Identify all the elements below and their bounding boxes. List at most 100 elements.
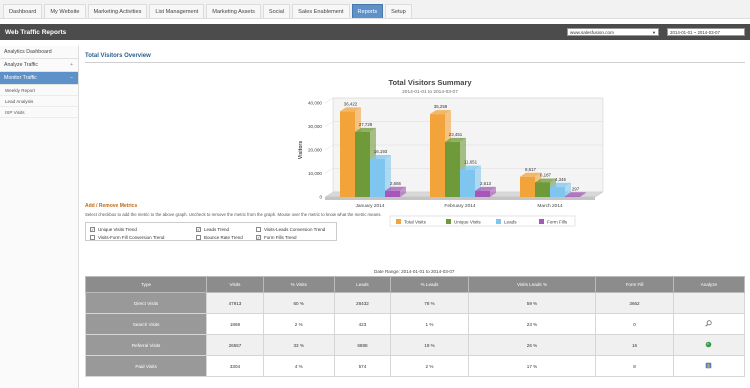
y-tick-label: 20,000 bbox=[308, 148, 322, 153]
metric-label: Visits-Leads Conversion Trend bbox=[264, 226, 326, 232]
metric-checkbox[interactable] bbox=[256, 226, 261, 232]
bar-leads bbox=[370, 158, 385, 197]
bar-form-fills bbox=[565, 196, 580, 197]
cell-pct-visits: 60 % bbox=[262, 292, 335, 314]
main-content: Total Visitors Overview Total Visitors S… bbox=[80, 46, 750, 388]
bar-leads bbox=[460, 169, 475, 197]
tab-marketing-assets[interactable]: Marketing Assets bbox=[206, 4, 261, 18]
metric-option[interactable]: ✓ Leads Trend bbox=[196, 225, 229, 233]
cell-visits: 47913 bbox=[206, 292, 264, 314]
cell-leads: 574 bbox=[333, 355, 392, 377]
top-navigation: Dashboard My Website Marketing Activities L… bbox=[0, 0, 750, 19]
cell-type: Direct Visits bbox=[84, 292, 208, 314]
cell-form-fill: 0 bbox=[595, 313, 674, 335]
globe-icon[interactable] bbox=[672, 334, 746, 356]
data-label: 35,259 bbox=[434, 104, 448, 109]
metric-option[interactable]: Visits-Leads Conversion Trend bbox=[256, 225, 325, 233]
cell-type: Paid Visits bbox=[84, 355, 208, 377]
y-tick-label: 40,000 bbox=[308, 101, 322, 106]
tab-marketing-activities[interactable]: Marketing Activities bbox=[87, 4, 148, 18]
bar-total-visits bbox=[430, 114, 445, 197]
x-tick-label: March 2014 bbox=[537, 203, 563, 209]
legend-label: Leads bbox=[504, 219, 517, 224]
tab-setup[interactable]: Setup bbox=[385, 4, 412, 18]
metric-label: Bounce Rate Trend bbox=[204, 234, 243, 240]
tab-list-management[interactable]: List Management bbox=[149, 4, 205, 18]
cell-visits: 3304 bbox=[206, 355, 264, 377]
tab-social[interactable]: Social bbox=[262, 4, 291, 18]
sidebar-item-analyze-traffic[interactable]: Analyze Traffic + bbox=[0, 59, 78, 72]
cell-pct-leads: 19 % bbox=[390, 334, 469, 356]
cell-analyze[interactable] bbox=[672, 292, 746, 314]
magnifier-icon[interactable] bbox=[672, 313, 746, 335]
data-label: 2,656 bbox=[390, 181, 402, 186]
expand-icon[interactable]: + bbox=[70, 59, 73, 72]
dollar-icon[interactable]: $ bbox=[672, 355, 746, 377]
chart-title: Total Visitors Summary bbox=[388, 78, 472, 87]
column-header-form-fill: Form Fill bbox=[595, 276, 674, 293]
metric-option[interactable]: Visits-Form Fill Conversion Trend bbox=[90, 233, 164, 241]
data-label: 11,651 bbox=[464, 160, 478, 165]
sidebar-item-monitor-traffic[interactable]: Monitor Traffic − bbox=[0, 72, 78, 85]
section-divider bbox=[85, 62, 745, 63]
cell-visits: 26557 bbox=[206, 334, 264, 356]
data-label: 4,345 bbox=[555, 177, 567, 182]
bar-unique-visits bbox=[535, 182, 550, 197]
legend-label: Unique Visits bbox=[454, 219, 481, 224]
chart-floor-edge bbox=[325, 197, 595, 200]
metric-checkbox[interactable]: ✓ bbox=[90, 226, 95, 232]
sidebar-subitem-lead-analysis[interactable]: Lead Analysis bbox=[0, 96, 78, 107]
date-range-input[interactable]: 2014-01-01 ~ 2014-03-07 bbox=[667, 28, 745, 36]
data-label: 8,617 bbox=[525, 167, 537, 172]
bar-total-visits bbox=[340, 111, 355, 197]
sidebar-item-label: Analyze Traffic bbox=[4, 62, 38, 68]
dollar-icon-glyph: $ bbox=[705, 362, 712, 370]
sidebar-item-label: Analytics Dashboard bbox=[4, 49, 52, 55]
cell-pct-visits: 33 % bbox=[262, 334, 335, 356]
metric-option[interactable]: ✓ Unique Visits Trend bbox=[90, 225, 137, 233]
tab-reports[interactable]: Reports bbox=[351, 4, 384, 18]
metric-label: Form Fills Trend bbox=[264, 234, 297, 240]
metric-checkbox[interactable]: ✓ bbox=[196, 226, 201, 232]
metric-checkbox[interactable]: ✓ bbox=[256, 234, 261, 240]
chart-gridline-side bbox=[324, 97, 334, 104]
collapse-icon[interactable]: − bbox=[70, 72, 73, 85]
column-header-type: Type bbox=[84, 276, 208, 293]
table-date-range: Date Range: 2014-01-01 to 2014-03-07 bbox=[374, 269, 455, 274]
bar-total-visits bbox=[520, 176, 535, 197]
cell-visits-leads: 17 % bbox=[467, 355, 597, 377]
column-header-leads: Leads bbox=[333, 276, 392, 293]
tab-sales-enablement[interactable]: Sales Enablement bbox=[292, 4, 350, 18]
cell-form-fill: 3662 bbox=[595, 292, 674, 314]
y-tick-label: 30,000 bbox=[308, 124, 322, 129]
table-row: Direct Visits 47913 60 % 28432 78 % 59 % 3662 bbox=[84, 292, 746, 314]
sidebar-item-analytics-dashboard[interactable]: Analytics Dashboard bbox=[0, 46, 78, 59]
site-select[interactable]: www.salesfusion.com ▼ bbox=[567, 28, 659, 36]
column-header--visits: % Visits bbox=[262, 276, 335, 293]
metrics-title: Add / Remove Metrics bbox=[85, 203, 138, 209]
sidebar-subitem-isp-visits[interactable]: ISP Visits bbox=[0, 107, 78, 118]
cell-pct-leads: 2 % bbox=[390, 355, 469, 377]
metric-label: Leads Trend bbox=[204, 226, 230, 232]
legend-swatch bbox=[446, 219, 451, 224]
metric-label: Unique Visits Trend bbox=[98, 226, 137, 232]
tab-my-website[interactable]: My Website bbox=[44, 4, 86, 18]
bar-unique-visits bbox=[355, 131, 370, 197]
metric-option[interactable]: ✓ Form Fills Trend bbox=[256, 233, 297, 241]
metric-checkbox[interactable] bbox=[196, 234, 201, 240]
column-header--leads: % Leads bbox=[390, 276, 469, 293]
metric-option[interactable]: Bounce Rate Trend bbox=[196, 233, 243, 241]
cell-visits: 1869 bbox=[206, 313, 264, 335]
sidebar: Analytics Dashboard Analyze Traffic + Monit… bbox=[0, 46, 79, 388]
cell-pct-visits: 2 % bbox=[262, 313, 335, 335]
column-header-analyze: Analyze bbox=[672, 276, 746, 293]
tab-dashboard[interactable]: Dashboard bbox=[3, 4, 43, 18]
metric-checkbox[interactable] bbox=[90, 234, 95, 240]
metrics-note: Select checkbox to add the metric to the… bbox=[85, 212, 382, 217]
column-header-visits: Visits bbox=[206, 276, 264, 293]
cell-pct-visits: 4 % bbox=[262, 355, 335, 377]
sidebar-subitem-weekly-report[interactable]: Weekly Report bbox=[0, 85, 78, 96]
cell-visits-leads: 59 % bbox=[467, 292, 597, 314]
magnifier-icon-glyph bbox=[705, 320, 713, 328]
legend-swatch bbox=[539, 219, 544, 224]
